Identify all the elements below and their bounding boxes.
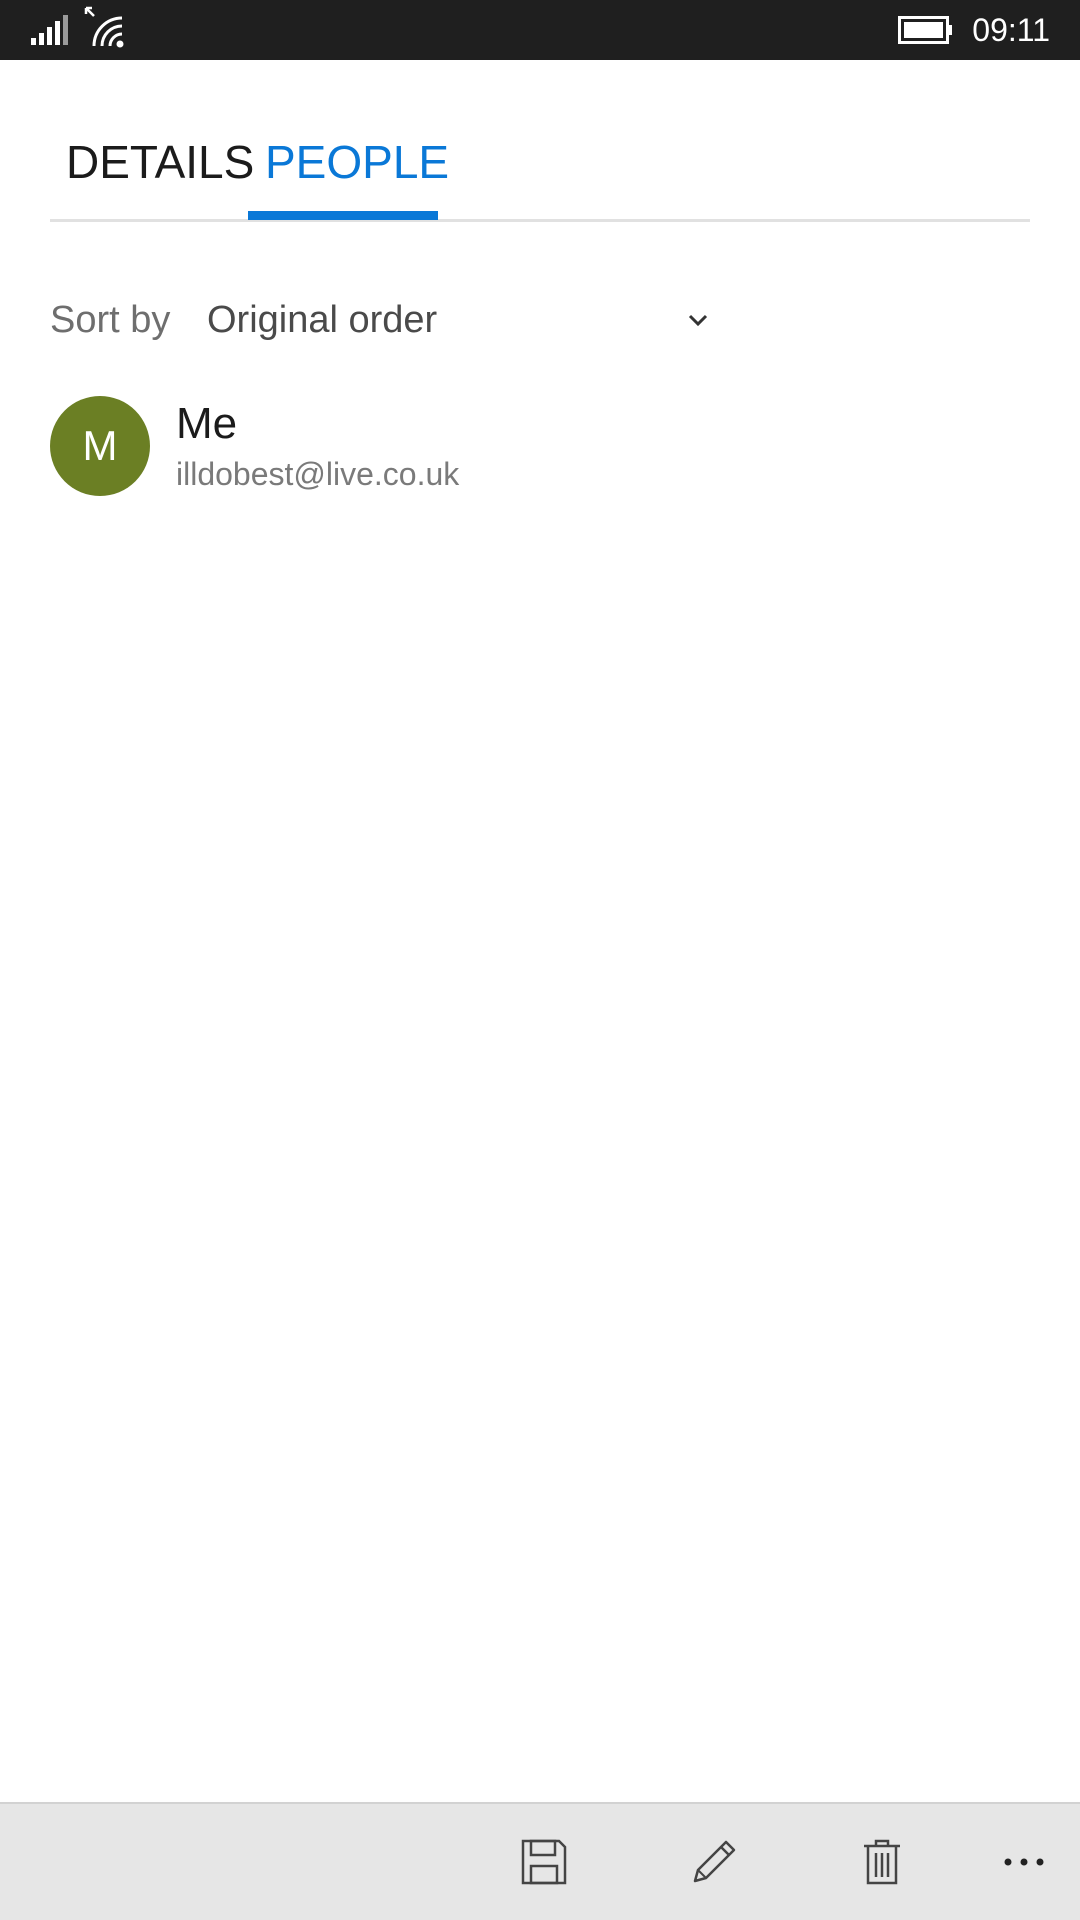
- avatar: M: [50, 396, 150, 496]
- person-name: Me: [176, 399, 238, 448]
- delete-icon: [864, 1839, 900, 1885]
- chevron-down-icon: [688, 314, 708, 327]
- pivot-tabs: DETAILS PEOPLE: [50, 60, 1030, 222]
- sort-label: Sort by: [50, 299, 171, 341]
- edit-button[interactable]: [664, 1804, 764, 1920]
- person-email: illdobest@live.co.uk: [176, 456, 460, 492]
- tab-divider: [50, 219, 1030, 222]
- save-button[interactable]: [494, 1804, 594, 1920]
- tab-selected-indicator: [248, 211, 438, 220]
- clock: 09:11: [972, 12, 1050, 48]
- app-bar: [0, 1802, 1080, 1920]
- signal-icon: [31, 15, 68, 45]
- wifi-icon: [84, 6, 124, 48]
- sort-selected-value: Original order: [207, 299, 438, 341]
- sort-row: Sort by Original order: [50, 290, 710, 350]
- save-icon: [521, 1839, 567, 1885]
- screen: 09:11 DETAILS PEOPLE Sort by Original or…: [0, 0, 1080, 1920]
- more-button[interactable]: [974, 1804, 1074, 1920]
- battery-icon: [898, 16, 952, 44]
- list-item[interactable]: M Me illdobest@live.co.uk: [50, 396, 1030, 498]
- status-bar: 09:11: [0, 0, 1080, 60]
- delete-button[interactable]: [832, 1804, 932, 1920]
- more-icon: [1004, 1858, 1044, 1866]
- tab-people[interactable]: PEOPLE: [265, 130, 449, 194]
- tab-details[interactable]: DETAILS: [66, 130, 254, 194]
- sort-dropdown[interactable]: Original order: [207, 290, 712, 350]
- edit-icon: [693, 1840, 736, 1883]
